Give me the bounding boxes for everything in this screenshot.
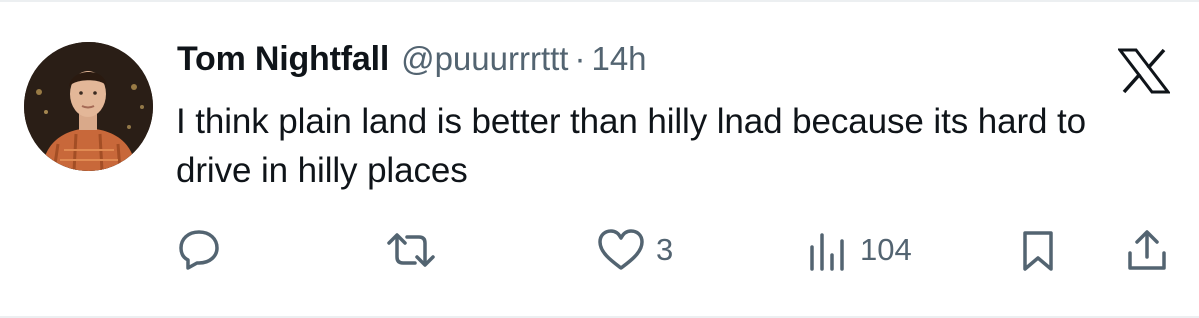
- tweet-header: Tom Nightfall @puuurrrttt · 14h: [177, 40, 647, 84]
- tweet-text: I think plain land is better than hilly …: [176, 102, 1086, 190]
- timestamp[interactable]: 14h: [591, 40, 646, 78]
- retweet-button[interactable]: [385, 227, 447, 273]
- bookmark-icon: [1015, 227, 1061, 273]
- author-handle[interactable]: @puuurrrttt: [401, 40, 568, 78]
- separator-dot: ·: [574, 40, 586, 77]
- bookmark-button[interactable]: [1015, 227, 1061, 273]
- retweet-arrows-icon: [385, 227, 437, 273]
- views-count: 104: [860, 232, 912, 267]
- bar-chart-icon: [804, 227, 850, 273]
- avatar-image: [24, 42, 153, 171]
- avatar[interactable]: [24, 42, 153, 171]
- share-button[interactable]: [1124, 227, 1170, 273]
- views-button[interactable]: 104: [804, 227, 912, 273]
- tweet-card[interactable]: Tom Nightfall @puuurrrttt · 14h I think …: [0, 0, 1199, 318]
- speech-bubble-icon: [176, 227, 222, 273]
- share-upload-icon: [1124, 227, 1170, 273]
- reply-button[interactable]: [176, 227, 232, 273]
- author-name[interactable]: Tom Nightfall: [177, 40, 389, 79]
- heart-icon: [596, 227, 646, 273]
- like-button[interactable]: 3: [596, 227, 673, 273]
- like-count: 3: [656, 232, 674, 267]
- x-logo-icon[interactable]: [1116, 48, 1172, 94]
